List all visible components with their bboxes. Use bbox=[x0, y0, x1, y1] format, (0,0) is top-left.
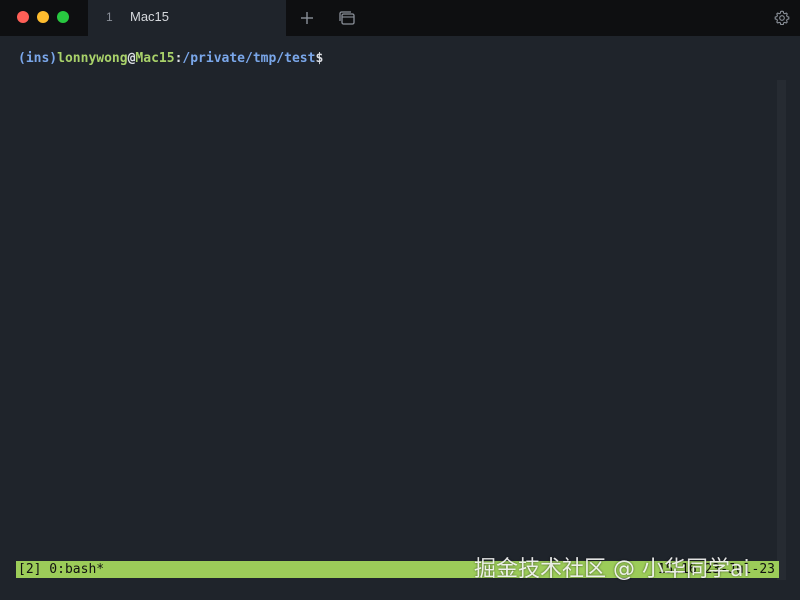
window-stack-icon bbox=[339, 11, 355, 25]
title-bar: 1 Mac15 bbox=[0, 0, 800, 36]
scrollbar-track[interactable] bbox=[777, 80, 786, 580]
terminal-window: 1 Mac15 (ins)lonnywong@Mac15:/private/tm bbox=[0, 0, 800, 600]
prompt-symbol: $ bbox=[315, 51, 324, 66]
close-traffic-light-icon[interactable] bbox=[17, 11, 29, 23]
settings-button[interactable] bbox=[772, 8, 792, 28]
gear-icon bbox=[774, 10, 790, 26]
prompt-user: lonnywong bbox=[57, 51, 128, 66]
watermark-text: 掘金技术社区 @ 小华同学ai bbox=[474, 557, 750, 582]
shell-prompt: (ins)lonnywong@Mac15:/private/tmp/test$ bbox=[18, 51, 323, 66]
terminal-pane[interactable]: (ins)lonnywong@Mac15:/private/tmp/test$ … bbox=[0, 36, 800, 600]
prompt-mode: (ins) bbox=[18, 51, 58, 66]
plus-icon bbox=[301, 12, 313, 24]
prompt-path: /private/tmp/test bbox=[182, 51, 316, 66]
prompt-host: Mac15 bbox=[135, 51, 175, 66]
minimize-traffic-light-icon[interactable] bbox=[37, 11, 49, 23]
maximize-traffic-light-icon[interactable] bbox=[57, 11, 69, 23]
status-window-list: [2] 0:bash* bbox=[18, 562, 105, 577]
tab-mac15[interactable]: 1 Mac15 bbox=[88, 0, 286, 36]
tab-title: Mac15 bbox=[130, 9, 170, 24]
new-tab-button[interactable] bbox=[297, 8, 317, 28]
tab-overview-button[interactable] bbox=[337, 8, 357, 28]
tab-index: 1 bbox=[106, 10, 113, 24]
